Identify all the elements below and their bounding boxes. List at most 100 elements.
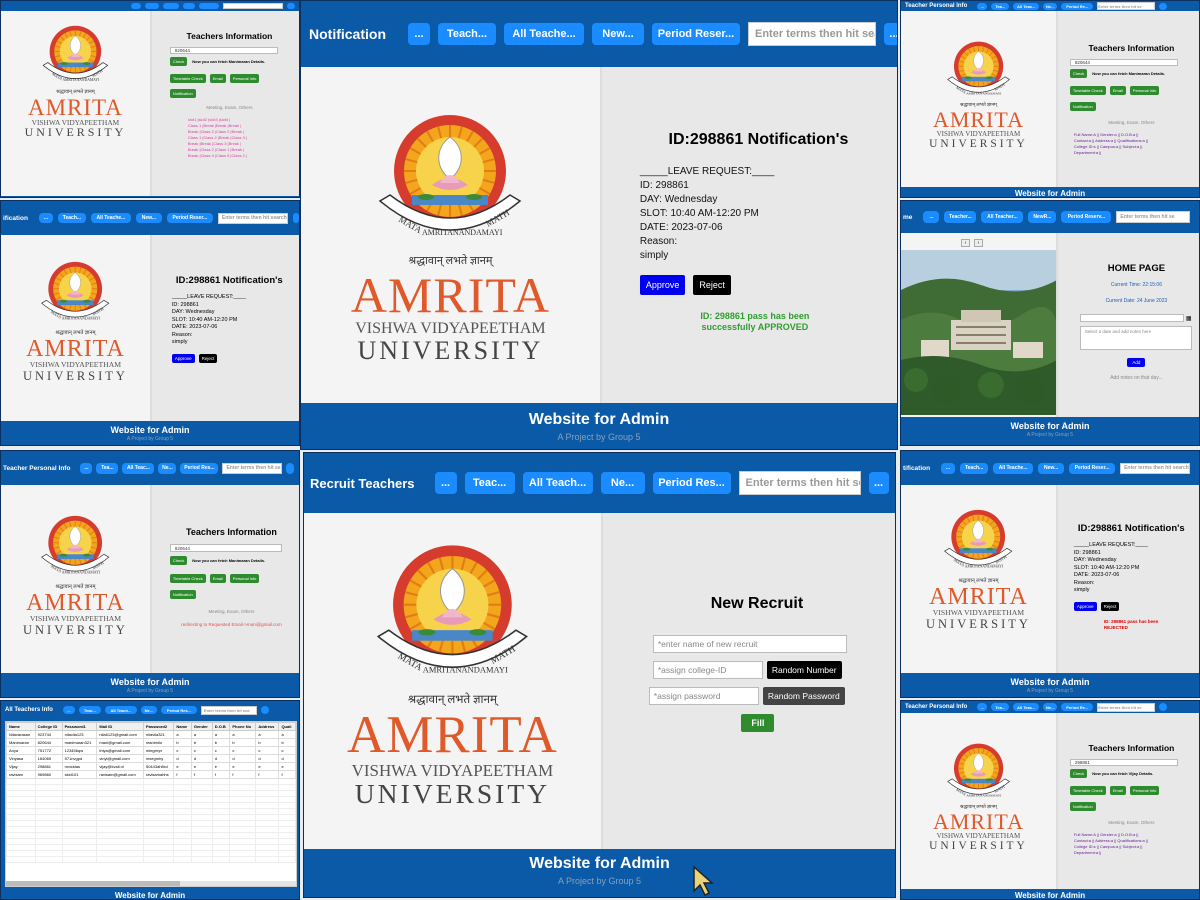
reject-button[interactable]: Reject xyxy=(693,275,731,295)
timetable-check-button[interactable]: Timetable Check xyxy=(169,574,206,583)
search-input[interactable]: Enter terms then hit se xyxy=(1116,211,1191,223)
search-input[interactable]: Enter terms then hit search xyxy=(217,212,288,224)
nav-more-button[interactable]: ... xyxy=(941,462,956,474)
nav-button[interactable]: All Teac... xyxy=(1013,703,1040,711)
table-row[interactable]: Anya 751772 123456qw thiya@gmail.com mlegrny… xyxy=(6,746,296,755)
table-row[interactable]: Nilavarasan 923744 nilavila123 nila6123@gma… xyxy=(6,730,296,739)
search-input[interactable]: Enter terms then hit se xyxy=(1097,2,1156,10)
college-id-input[interactable]: 820644 xyxy=(1069,59,1178,66)
table-header-cell[interactable]: Quali xyxy=(278,722,296,731)
nav-all-teachers-button[interactable]: All Teache... xyxy=(504,23,584,45)
nav-button[interactable]: ... xyxy=(977,2,988,10)
reject-button[interactable]: Reject xyxy=(198,353,218,363)
nav-teacher-button[interactable]: Teach... xyxy=(57,213,86,223)
table-header-cell[interactable]: Password2 xyxy=(142,722,175,731)
college-id-input[interactable]: 820644 xyxy=(169,47,278,54)
table-header-cell[interactable]: Address xyxy=(255,722,280,731)
timetable-check-button[interactable]: Timetable Check xyxy=(1069,786,1106,795)
recruit-name-input[interactable]: *enter name of new recruit xyxy=(652,635,847,653)
password-input[interactable]: *assign password xyxy=(648,687,759,705)
carousel-next-button[interactable]: › xyxy=(974,239,983,247)
email-button[interactable]: Email xyxy=(1109,786,1126,795)
nav-new-button[interactable]: Ne... xyxy=(140,706,157,714)
more-button[interactable] xyxy=(287,3,295,9)
fill-button[interactable]: Fill xyxy=(741,714,775,732)
more-button[interactable]: ... xyxy=(884,23,897,45)
nav-teacher-button[interactable]: Teac... xyxy=(464,472,515,494)
approve-button[interactable]: Approve xyxy=(639,275,686,295)
notification-button[interactable]: Notification xyxy=(1069,802,1096,811)
nav-all-teachers-button[interactable]: All Teach... xyxy=(522,472,593,494)
add-note-button[interactable]: Add xyxy=(1127,358,1146,367)
nav-all-teachers-button[interactable]: All Teach... xyxy=(104,706,137,714)
notification-button[interactable]: Notification xyxy=(169,89,196,98)
nav-button[interactable]: Ne... xyxy=(1043,2,1058,10)
table-header-cell[interactable]: College ID xyxy=(34,722,63,731)
nav-more-button[interactable]: ... xyxy=(38,213,53,223)
nav-teacher-button[interactable]: Teacher... xyxy=(944,211,977,223)
table-header-cell[interactable]: Mail ID xyxy=(96,722,144,731)
college-id-input[interactable]: 298861 xyxy=(1069,759,1178,766)
calendar-icon[interactable]: ▦ xyxy=(1186,315,1192,322)
nav-teacher-button[interactable]: Teach... xyxy=(438,23,496,45)
more-button[interactable] xyxy=(292,213,299,223)
nav-period-reserve-button[interactable]: Period Reser... xyxy=(1069,462,1116,474)
email-button[interactable]: Email xyxy=(209,74,226,83)
nav-more-button[interactable]: ... xyxy=(923,211,940,223)
nav-button[interactable] xyxy=(131,3,141,9)
nav-teacher-button[interactable]: Teac... xyxy=(78,706,101,714)
nav-button[interactable] xyxy=(199,3,219,9)
table-header-cell[interactable]: Gender xyxy=(190,722,213,731)
search-input[interactable]: Enter terms then hit sea xyxy=(200,705,257,715)
nav-button[interactable]: Period Re... xyxy=(1061,703,1094,711)
table-header-cell[interactable]: Phone No xyxy=(229,722,257,731)
nav-more-button[interactable]: ... xyxy=(80,462,93,474)
nav-button[interactable]: ... xyxy=(977,703,988,711)
table-header-cell[interactable]: Password1 xyxy=(61,722,98,731)
college-id-input[interactable]: *assign college-ID xyxy=(652,661,763,679)
search-input[interactable] xyxy=(223,3,283,9)
carousel-prev-button[interactable]: ‹ xyxy=(961,239,970,247)
nav-period-reserve-button[interactable]: Period Reser... xyxy=(652,23,740,45)
more-button[interactable] xyxy=(286,462,295,474)
nav-more-button[interactable]: ... xyxy=(408,23,430,45)
search-input[interactable]: Enter terms then hit search xyxy=(748,22,876,46)
search-input[interactable]: Enter terms then hit sea xyxy=(738,471,861,495)
nav-new-button[interactable]: Ne... xyxy=(600,472,645,494)
nav-all-teachers-button[interactable]: All Teache... xyxy=(993,462,1034,474)
nav-period-reserve-button[interactable]: Period Reserv... xyxy=(1061,211,1112,223)
nav-button[interactable]: Tea... xyxy=(991,703,1010,711)
email-button[interactable]: Email xyxy=(1109,86,1126,95)
nav-period-reserve-button[interactable]: Period Res... xyxy=(652,472,731,494)
more-button[interactable] xyxy=(260,706,269,714)
nav-new-recruit-button[interactable]: NewR... xyxy=(1028,211,1057,223)
search-input[interactable]: Enter terms then hit se xyxy=(1097,702,1156,712)
table-row[interactable]: Manimaran 820644 manimaran321 mani@gmail.co… xyxy=(6,738,296,747)
table-header-cell[interactable]: D.O.B xyxy=(211,722,231,731)
nav-more-button[interactable]: ... xyxy=(62,706,75,714)
search-input[interactable]: Enter terms then hit search xyxy=(1120,462,1191,474)
email-button[interactable]: Email xyxy=(209,574,226,583)
nav-new-button[interactable]: New... xyxy=(592,23,644,45)
date-input[interactable] xyxy=(1079,314,1184,322)
college-id-input[interactable]: 820644 xyxy=(169,544,282,552)
reject-button[interactable]: Reject xyxy=(1100,601,1120,611)
table-header-cell[interactable]: Name xyxy=(6,722,36,731)
personal-info-button[interactable]: Personal Info xyxy=(1129,786,1160,795)
more-button[interactable] xyxy=(1159,703,1168,711)
nav-all-teachers-button[interactable]: All Teac... xyxy=(122,462,155,474)
nav-button[interactable]: Ne... xyxy=(1043,703,1058,711)
horizontal-scrollbar[interactable] xyxy=(6,881,296,886)
nav-period-reserve-button[interactable]: Period Res... xyxy=(180,462,219,474)
notification-button[interactable]: Notification xyxy=(1069,102,1096,111)
nav-teacher-button[interactable]: Teach... xyxy=(960,462,989,474)
nav-period-reserve-button[interactable]: Period Res... xyxy=(160,706,197,714)
approve-button[interactable]: Approve xyxy=(171,353,195,363)
timetable-check-button[interactable]: Timetable Check xyxy=(1069,86,1106,95)
nav-button[interactable] xyxy=(145,3,159,9)
nav-button[interactable] xyxy=(183,3,195,9)
random-password-button[interactable]: Random Password xyxy=(762,687,845,705)
table-row[interactable]: Vijay 298861 mvicklas vijay@kvall.nl 50443ah… xyxy=(6,762,296,771)
nav-all-teachers-button[interactable]: All Teache... xyxy=(90,213,131,223)
search-input[interactable]: Enter terms then hit se xyxy=(222,462,283,474)
